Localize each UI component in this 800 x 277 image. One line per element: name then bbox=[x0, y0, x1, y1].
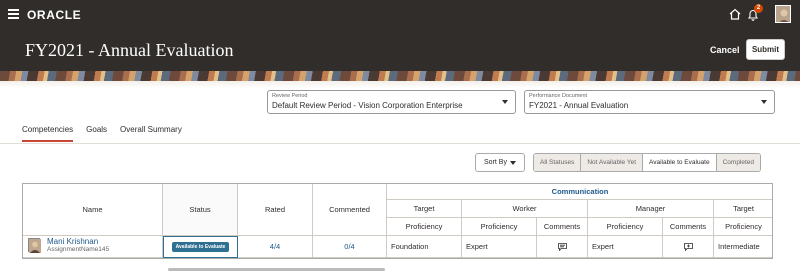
submit-button[interactable]: Submit bbox=[746, 39, 785, 60]
sort-by-label: Sort By bbox=[484, 159, 507, 166]
filter-completed[interactable]: Completed bbox=[716, 154, 761, 171]
competencies-table: Name Status Rated Commented Communicatio… bbox=[22, 183, 773, 259]
manager-comments-cell[interactable] bbox=[663, 236, 714, 258]
filter-all-statuses[interactable]: All Statuses bbox=[534, 154, 582, 171]
employee-assignment: AssignmentName145 bbox=[47, 246, 110, 253]
decorative-banner-pattern bbox=[0, 71, 800, 81]
sort-by-button[interactable]: Sort By bbox=[475, 153, 525, 172]
target-2-proficiency-value: Intermediate bbox=[714, 236, 772, 258]
add-comment-icon[interactable] bbox=[683, 242, 693, 251]
subheader-manager-comments: Comments bbox=[663, 218, 714, 236]
review-period-value: Default Review Period - Vision Corporati… bbox=[272, 101, 463, 110]
tab-overall-summary[interactable]: Overall Summary bbox=[120, 125, 182, 142]
horizontal-scrollbar[interactable] bbox=[168, 268, 385, 271]
oracle-logo[interactable]: ORACLE bbox=[27, 8, 81, 22]
subheader-worker-proficiency: Proficiency bbox=[462, 218, 537, 236]
notification-badge: 2 bbox=[754, 4, 763, 13]
review-period-label: Review Period bbox=[272, 93, 308, 99]
table-row-status-cell[interactable]: Available to Evaluate bbox=[163, 236, 238, 258]
comment-icon[interactable] bbox=[557, 242, 567, 251]
column-group-communication[interactable]: Communication bbox=[387, 184, 772, 200]
status-badge: Available to Evaluate bbox=[171, 242, 230, 252]
hamburger-menu-icon[interactable] bbox=[8, 9, 19, 19]
performance-document-select[interactable]: Performance Document FY2021 - Annual Eva… bbox=[524, 90, 775, 114]
column-header-commented[interactable]: Commented bbox=[313, 184, 387, 236]
employee-name-link[interactable]: Mani Krishnan bbox=[47, 237, 98, 246]
filter-available-to-evaluate[interactable]: Available to Evaluate bbox=[643, 154, 717, 171]
column-header-manager: Manager bbox=[588, 200, 714, 218]
chevron-down-icon bbox=[502, 100, 508, 104]
employee-avatar bbox=[28, 238, 41, 253]
chevron-down-icon bbox=[510, 161, 516, 165]
home-icon[interactable] bbox=[729, 8, 741, 20]
column-header-rated[interactable]: Rated bbox=[238, 184, 313, 236]
page-title: FY2021 - Annual Evaluation bbox=[25, 40, 234, 60]
review-period-select[interactable]: Review Period Default Review Period - Vi… bbox=[267, 90, 516, 114]
chevron-down-icon bbox=[761, 100, 767, 104]
subheader-target-proficiency: Proficiency bbox=[387, 218, 462, 236]
column-header-status[interactable]: Status bbox=[163, 184, 238, 236]
performance-document-value: FY2021 - Annual Evaluation bbox=[529, 101, 629, 110]
column-header-target-2: Target bbox=[714, 200, 772, 218]
tab-bar: Competencies Goals Overall Summary bbox=[22, 125, 195, 143]
global-header: ORACLE 2 bbox=[0, 0, 800, 30]
manager-proficiency-value: Expert bbox=[588, 236, 663, 258]
cancel-button[interactable]: Cancel bbox=[710, 41, 740, 59]
filter-not-available-yet[interactable]: Not Available Yet bbox=[581, 154, 643, 171]
subheader-manager-proficiency: Proficiency bbox=[588, 218, 663, 236]
worker-comments-cell[interactable] bbox=[537, 236, 588, 258]
column-header-worker: Worker bbox=[462, 200, 588, 218]
banner-fade bbox=[0, 81, 800, 88]
tab-goals[interactable]: Goals bbox=[86, 125, 107, 142]
status-filter-group: All Statuses Not Available Yet Available… bbox=[533, 153, 762, 172]
worker-proficiency-value: Expert bbox=[462, 236, 537, 258]
column-header-target: Target bbox=[387, 200, 462, 218]
rated-link[interactable]: 4/4 bbox=[238, 236, 313, 258]
subheader-target-2-proficiency: Proficiency bbox=[714, 218, 772, 236]
target-proficiency-value: Foundation bbox=[387, 236, 462, 258]
performance-document-label: Performance Document bbox=[529, 93, 588, 99]
commented-link[interactable]: 0/4 bbox=[313, 236, 387, 258]
tab-competencies[interactable]: Competencies bbox=[22, 125, 74, 142]
user-avatar[interactable] bbox=[775, 5, 791, 23]
subheader-worker-comments: Comments bbox=[537, 218, 588, 236]
column-header-name[interactable]: Name bbox=[23, 184, 163, 236]
tabs-divider bbox=[0, 143, 800, 144]
